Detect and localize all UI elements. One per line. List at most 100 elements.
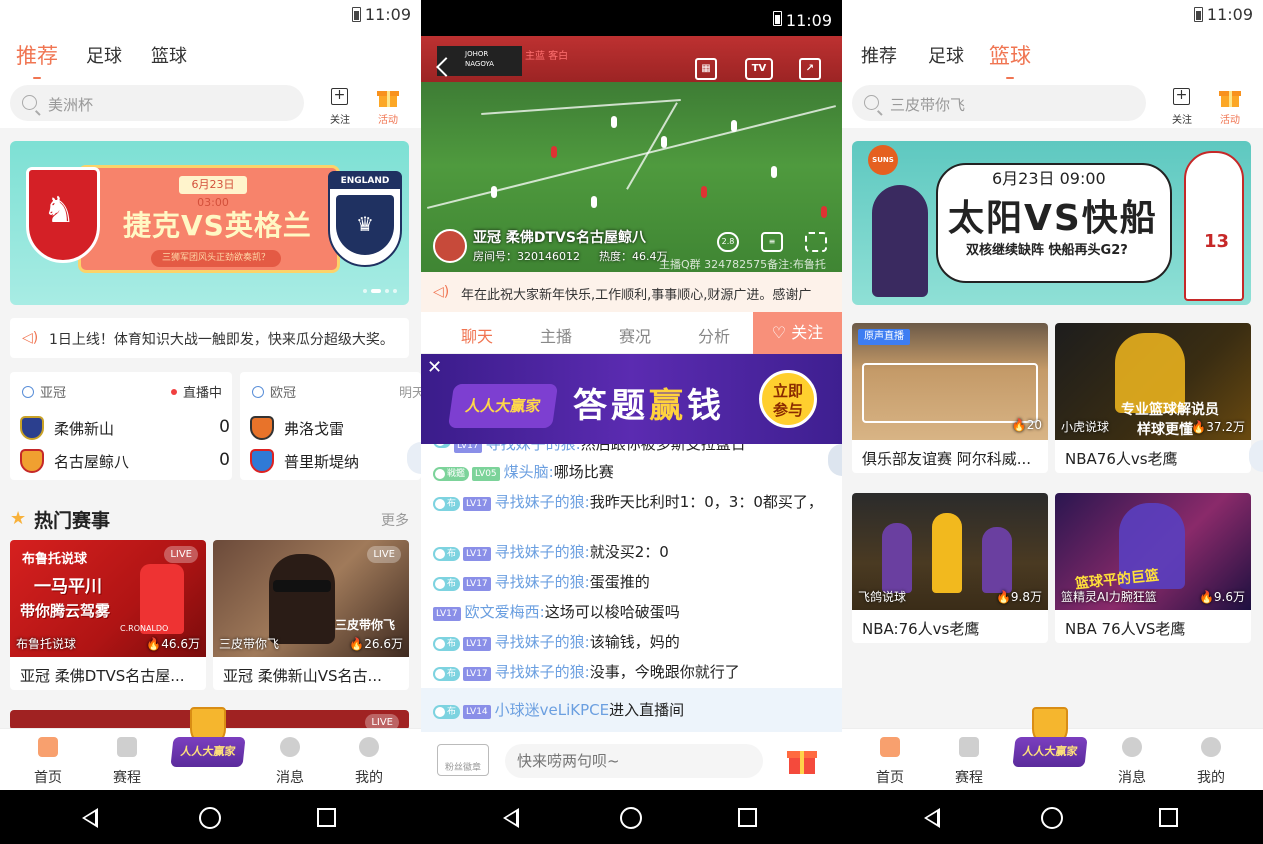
live-status: 直播中 <box>170 382 222 401</box>
nav-home[interactable]: 首页 <box>860 737 920 787</box>
back-icon[interactable] <box>503 808 519 828</box>
nav-schedule[interactable]: 赛程 <box>97 737 157 787</box>
activity-button[interactable]: 活动 <box>368 85 408 126</box>
bitrate-icon[interactable]: 2.8 <box>717 232 739 252</box>
stream-card[interactable]: 三皮带你飞 LIVE 三皮带你飞 🔥26.6万 亚冠 柔佛新山VS名古... <box>213 540 409 690</box>
chat-input-bar: 粉丝徽章 <box>421 732 842 790</box>
search-placeholder: 三皮带你飞 <box>890 96 966 114</box>
banner-title: 太阳VS快船 <box>948 198 1158 239</box>
section-title: 热门赛事 <box>34 510 111 532</box>
home-circle-icon[interactable] <box>199 807 221 829</box>
tab-football[interactable]: 足球 <box>928 42 964 68</box>
clock: 11:09 <box>785 11 832 30</box>
stream-title: NBA:76人vs老鹰 <box>862 620 980 638</box>
speaker-icon: ◁) <box>433 284 450 300</box>
follow-button[interactable]: + 关注 <box>320 85 360 126</box>
more-link[interactable]: 更多 <box>381 510 409 530</box>
system-nav-bar <box>0 790 421 844</box>
recents-icon[interactable] <box>738 808 757 827</box>
player-figure <box>1184 151 1244 301</box>
tab-recommend[interactable]: 推荐 <box>861 42 897 68</box>
back-icon[interactable] <box>82 808 98 828</box>
nav-mine[interactable]: 我的 <box>339 737 399 787</box>
player-figure <box>982 527 1012 593</box>
side-handle[interactable] <box>1249 440 1263 472</box>
battery-icon <box>773 11 782 26</box>
mascot-button[interactable]: 人人大赢家 <box>170 707 246 783</box>
share-icon[interactable]: ↗ <box>799 58 821 80</box>
back-icon[interactable] <box>924 808 940 828</box>
promo-banner[interactable]: 6月23日 03:00 捷克VS英格兰 三狮军团风头正劲欲奏凯？ ♞ ENGLA… <box>10 141 409 305</box>
stream-card[interactable]: 飞鸽说球 🔥9.8万 NBA:76人vs老鹰 <box>852 493 1048 643</box>
chat-input[interactable] <box>505 744 763 778</box>
banner-subtitle: 三狮军团风头正劲欲奏凯？ <box>151 250 281 267</box>
chat-message: 布 LV17 寻找妹子的狼:就没买2：0 <box>433 539 833 565</box>
stream-title: 亚冠 柔佛新山VS名古... <box>223 667 382 685</box>
promo-banner[interactable]: SUNS 6月23日 09:00 太阳VS快船 双核继续缺阵 快船再头G2? 1… <box>852 141 1251 305</box>
follow-button[interactable]: + 关注 <box>1162 85 1202 126</box>
tab-analysis[interactable]: 分析 <box>698 323 730 347</box>
stream-card[interactable]: 原声直播 🔥20 俱乐部友谊赛 阿尔科威... <box>852 323 1048 473</box>
quiz-promo-banner[interactable]: ✕ 人人大赢家 答题赢钱 立即 参与 <box>421 354 842 444</box>
tab-basketball[interactable]: 篮球 <box>989 40 1031 79</box>
match-card[interactable]: 欧冠 明天 弗洛戈雷 普里斯堤纳 <box>240 372 421 480</box>
stream-card[interactable]: 专业篮球解说员 样球更懂 小虎说球 🔥37.2万 NBA76人vs老鹰 <box>1055 323 1251 473</box>
stream-card[interactable]: 布鲁托说球 一马平川 带你腾云驾雾 C.RONALDO LIVE 布鲁托说球 🔥… <box>10 540 206 690</box>
banner-date: 6月23日 09:00 <box>992 169 1106 188</box>
search-input[interactable]: 三皮带你飞 <box>852 85 1146 121</box>
nav-schedule[interactable]: 赛程 <box>939 737 999 787</box>
anchor-avatar[interactable] <box>433 229 467 263</box>
tab-basketball[interactable]: 篮球 <box>151 42 187 68</box>
live-badge: LIVE <box>367 546 401 563</box>
fans-badge-button[interactable]: 粉丝徽章 <box>437 744 489 776</box>
system-nav-bar <box>842 790 1263 844</box>
tab-match-status[interactable]: 赛况 <box>619 323 651 347</box>
activity-button[interactable]: 活动 <box>1210 85 1250 126</box>
tab-chat[interactable]: 聊天 <box>461 323 493 358</box>
banner-date: 6月23日 03:00 <box>179 176 247 209</box>
notice-bar[interactable]: ◁) 1日上线！体育知识大战一触即发，快来瓜分超级大奖。 <box>10 318 409 358</box>
room-title: 亚冠 柔佛DTVS名古屋鲸八 <box>473 230 646 246</box>
nav-home[interactable]: 首页 <box>18 737 78 787</box>
chat-message: 布 LV17 寻找妹子的狼:我昨天比利时1：0，3：0都买了， <box>433 489 833 515</box>
room-heat: 热度：46.4万 <box>599 250 668 263</box>
tab-anchor[interactable]: 主播 <box>540 323 572 347</box>
follow-label: 关注 <box>330 115 350 126</box>
live-type-tag: 原声直播 <box>858 329 910 345</box>
team-logo <box>20 449 44 473</box>
match-card[interactable]: 亚冠 直播中 柔佛新山 0 名古屋鲸八 0 <box>10 372 232 480</box>
england-crest-icon: ENGLAND ♛ <box>328 171 402 267</box>
nav-mine[interactable]: 我的 <box>1181 737 1241 787</box>
close-icon[interactable]: ✕ <box>427 357 442 378</box>
fan-badge: 布 <box>433 705 461 719</box>
recents-icon[interactable] <box>1159 808 1178 827</box>
banner-subtitle: 双核继续缺阵 快船再头G2? <box>966 243 1128 258</box>
anchor-name: 布鲁托说球 <box>16 637 77 651</box>
search-input[interactable]: 美洲杯 <box>10 85 304 121</box>
stream-title: NBA 76人VS老鹰 <box>1065 620 1186 638</box>
qr-code-icon[interactable]: ▦ <box>695 58 717 80</box>
nav-messages[interactable]: 消息 <box>1102 737 1162 787</box>
home-circle-icon[interactable] <box>620 807 642 829</box>
mascot-button[interactable]: 人人大赢家 <box>1012 707 1088 783</box>
tab-recommend[interactable]: 推荐 <box>16 40 58 79</box>
team-logo <box>250 416 274 440</box>
join-button[interactable]: 立即 参与 <box>759 370 817 428</box>
match-status: 明天 <box>398 386 421 401</box>
chat-message: 布 LV17 寻找妹子的狼:该输钱，妈的 <box>433 629 833 655</box>
follow-button[interactable]: ♡ 关注 <box>753 312 842 354</box>
nav-messages[interactable]: 消息 <box>260 737 320 787</box>
kit-colors-label: 主蓝 客白 <box>525 51 569 62</box>
stream-card[interactable]: 篮球平的巨篮 篮精灵AI力腕狂篮 🔥9.6万 NBA 76人VS老鹰 <box>1055 493 1251 643</box>
danmaku-icon[interactable]: ≡ <box>761 232 783 252</box>
chat-message: LV17 欧文爱梅西:这场可以梭哈破蛋吗 <box>433 599 833 625</box>
football-icon <box>252 386 264 398</box>
gift-icon[interactable] <box>787 746 817 774</box>
chat-message: 戦鑑 LV05 煤头脑:哪场比赛 <box>433 459 833 485</box>
tv-cast-icon[interactable]: TV <box>745 58 773 80</box>
tab-football[interactable]: 足球 <box>86 42 122 68</box>
recents-icon[interactable] <box>317 808 336 827</box>
home-circle-icon[interactable] <box>1041 807 1063 829</box>
fullscreen-icon[interactable] <box>805 232 827 252</box>
video-player[interactable]: JOHOR NAGOYA 主蓝 客白 ▦ TV ↗ 亚冠 柔佛DTVS名古屋鲸八 … <box>421 36 842 272</box>
